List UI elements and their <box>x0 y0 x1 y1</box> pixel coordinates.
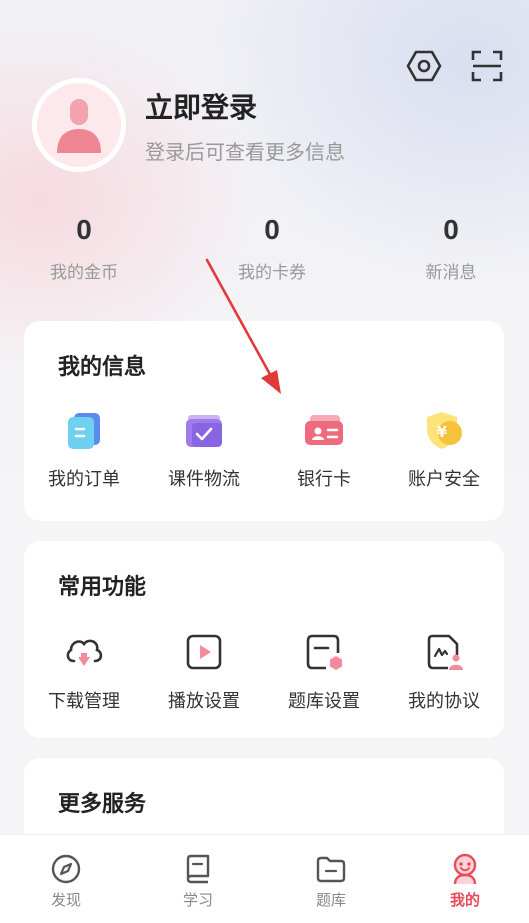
play-settings-item[interactable]: 播放设置 <box>144 629 264 713</box>
common-functions-title: 常用功能 <box>58 575 147 600</box>
stat-messages[interactable]: 0 新消息 <box>381 214 521 283</box>
download-manage-label: 下载管理 <box>48 691 120 712</box>
more-services-title: 更多服务 <box>58 792 147 817</box>
tab-question-bank[interactable]: 题库 <box>265 835 397 923</box>
login-title[interactable]: 立即登录 <box>145 86 257 126</box>
question-bank-settings-label: 题库设置 <box>288 691 360 712</box>
logistics-label: 课件物流 <box>168 469 240 490</box>
logistics-item[interactable]: 课件物流 <box>144 407 264 491</box>
settings-icon[interactable] <box>406 48 442 84</box>
tab-mine[interactable]: 我的 <box>399 835 529 923</box>
question-bank-settings-item[interactable]: 题库设置 <box>264 629 384 713</box>
stat-coins-value: 0 <box>76 214 92 245</box>
common-functions-card: 常用功能 下载管理 播放设置 题库设置 我的协议 <box>24 541 504 738</box>
my-orders-item[interactable]: 我的订单 <box>24 407 144 491</box>
agreement-icon <box>420 629 468 677</box>
download-manage-item[interactable]: 下载管理 <box>24 629 144 713</box>
account-security-icon: ¥ <box>420 407 468 455</box>
compass-icon <box>48 851 84 887</box>
play-settings-label: 播放设置 <box>168 691 240 712</box>
download-icon <box>60 629 108 677</box>
smiley-icon <box>447 851 483 887</box>
stat-messages-value: 0 <box>443 214 459 245</box>
bank-card-label: 银行卡 <box>297 469 351 490</box>
tab-discover[interactable]: 发现 <box>0 835 132 923</box>
default-avatar-icon <box>37 83 121 167</box>
tab-study-label: 学习 <box>182 891 213 909</box>
tab-mine-label: 我的 <box>449 891 480 909</box>
bank-card-icon <box>300 407 348 455</box>
scan-icon[interactable] <box>469 48 505 84</box>
stat-coins[interactable]: 0 我的金币 <box>14 214 154 283</box>
stat-coins-label: 我的金币 <box>50 263 118 283</box>
login-subtitle: 登录后可查看更多信息 <box>145 140 345 164</box>
svg-text:¥: ¥ <box>437 423 448 441</box>
tab-question-bank-label: 题库 <box>315 891 346 909</box>
logistics-icon <box>180 407 228 455</box>
my-orders-label: 我的订单 <box>48 469 120 490</box>
stat-coupons[interactable]: 0 我的卡券 <box>202 214 342 283</box>
stat-messages-label: 新消息 <box>425 263 477 283</box>
play-settings-icon <box>180 629 228 677</box>
account-security-label: 账户安全 <box>408 469 480 490</box>
question-bank-settings-icon <box>300 629 348 677</box>
stat-coupons-value: 0 <box>264 214 280 245</box>
tab-study[interactable]: 学习 <box>132 835 264 923</box>
tab-discover-label: 发现 <box>50 891 81 909</box>
agreement-item[interactable]: 我的协议 <box>384 629 504 713</box>
agreement-label: 我的协议 <box>408 691 480 712</box>
bank-card-item[interactable]: 银行卡 <box>264 407 384 491</box>
my-info-card: 我的信息 我的订单 课件物流 银行卡 ¥ 账户安全 <box>24 321 504 521</box>
book-icon <box>180 851 216 887</box>
folder-icon <box>313 851 349 887</box>
my-info-title: 我的信息 <box>58 355 147 380</box>
account-security-item[interactable]: ¥ 账户安全 <box>384 407 504 491</box>
avatar[interactable] <box>34 80 124 170</box>
order-icon <box>60 407 108 455</box>
bottom-tab-bar: 发现 学习 题库 我的 <box>0 834 529 923</box>
stat-coupons-label: 我的卡券 <box>238 263 306 283</box>
